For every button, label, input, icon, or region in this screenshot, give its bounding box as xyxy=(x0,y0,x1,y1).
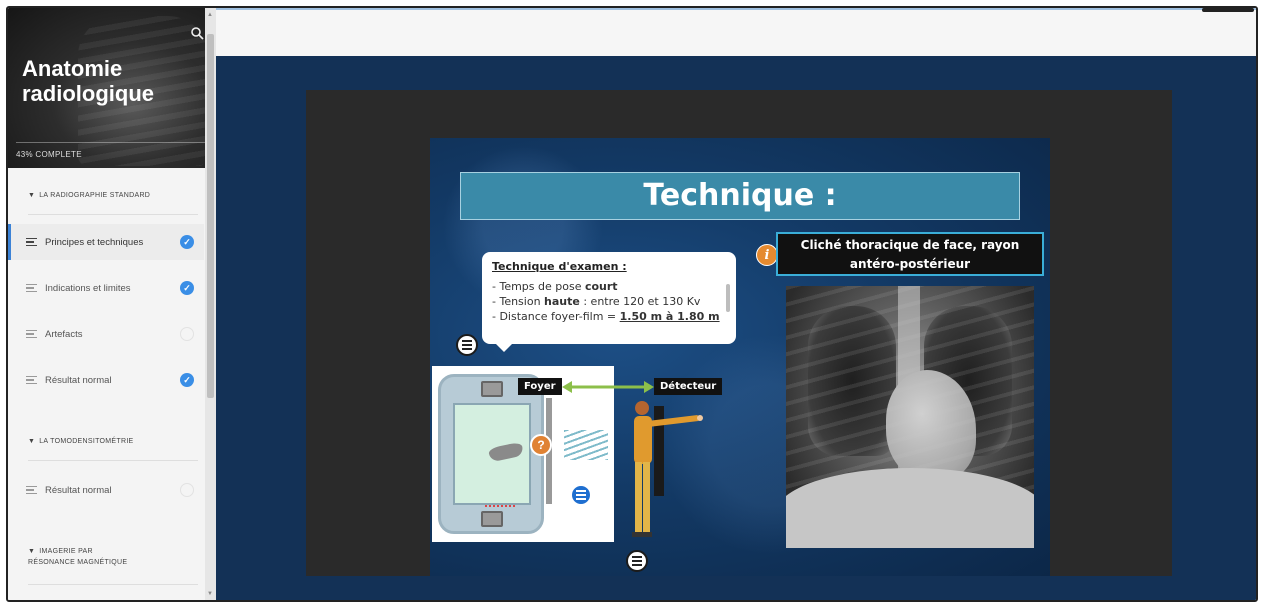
incomplete-circle-icon xyxy=(180,483,194,497)
course-title: Anatomie radiologique xyxy=(22,56,154,106)
chest-xray-image xyxy=(786,286,1034,548)
section-header-tomodensitometrie[interactable]: ▼ LA TOMODENSITOMÉTRIE xyxy=(8,436,150,447)
slide: Technique : Technique d'examen : - Temps… xyxy=(430,138,1050,576)
xray-beam xyxy=(564,430,608,460)
search-icon[interactable] xyxy=(190,26,204,40)
course-header: Anatomie radiologique 43% COMPLETE xyxy=(8,8,216,168)
section-header-radiographie[interactable]: ▼ LA RADIOGRAPHIE STANDARD xyxy=(8,190,166,201)
detecteur-label: Détecteur xyxy=(654,378,723,395)
slide-title: Technique : xyxy=(460,172,1020,220)
progress-divider xyxy=(16,142,208,143)
section-label: IMAGERIE PAR RÉSONANCE MAGNÉTIQUE xyxy=(28,548,128,566)
sidebar-item-principes-et-techniques[interactable]: Principes et techniques ✓ xyxy=(8,224,204,260)
ribs xyxy=(786,286,1034,548)
sidebar-item-resultat-normal[interactable]: Résultat normal ✓ xyxy=(8,362,204,398)
tube-chamber xyxy=(453,403,531,507)
complete-check-icon: ✓ xyxy=(180,373,194,387)
exam-line-voltage: - Tension haute : entre 120 et 130 Kv xyxy=(492,295,701,308)
exam-technique-box: Technique d'examen : - Temps de pose cou… xyxy=(482,252,736,352)
section-label: LA RADIOGRAPHIE STANDARD xyxy=(39,192,151,199)
caret-down-icon: ▼ xyxy=(28,438,36,445)
progress-text: 43% COMPLETE xyxy=(16,150,82,159)
sidebar-item-resultat-normal-tdm[interactable]: Résultat normal xyxy=(8,472,204,508)
patient-illustration xyxy=(632,401,703,537)
exam-line-exposure: - Temps de pose court xyxy=(492,280,618,293)
lesson-icon xyxy=(26,485,37,495)
incomplete-circle-icon xyxy=(180,327,194,341)
exam-technique-heading: Technique d'examen : xyxy=(492,260,627,273)
complete-check-icon: ✓ xyxy=(180,235,194,249)
sidebar-item-label: Résultat normal xyxy=(45,484,112,496)
caret-down-icon: ▼ xyxy=(28,548,36,555)
lesson-stage: Technique : Technique d'examen : - Temps… xyxy=(216,56,1256,600)
section-header-irm[interactable]: ▼ IMAGERIE PAR RÉSONANCE MAGNÉTIQUE xyxy=(8,546,158,568)
scroll-down-icon[interactable]: ▼ xyxy=(207,591,213,597)
top-bar xyxy=(216,8,1256,56)
tube-component xyxy=(481,511,503,527)
tube-component xyxy=(481,381,503,397)
lesson-icon xyxy=(26,237,37,247)
caret-down-icon: ▼ xyxy=(28,192,36,199)
sidebar-item-label: Artefacts xyxy=(45,328,83,340)
section-label: LA TOMODENSITOMÉTRIE xyxy=(39,438,134,445)
foyer-label: Foyer xyxy=(518,378,562,395)
course-sidebar: Anatomie radiologique 43% COMPLETE ▼ LA R… xyxy=(8,8,216,600)
sidebar-item-label: Principes et techniques xyxy=(45,236,144,248)
box-scrollbar[interactable] xyxy=(726,284,730,312)
sidebar-item-label: Indications et limites xyxy=(45,282,131,294)
sidebar-item-indications-et-limites[interactable]: Indications et limites ✓ xyxy=(8,270,204,306)
info-icon[interactable]: i xyxy=(756,244,778,266)
distance-arrow xyxy=(562,381,654,393)
question-hotspot-icon[interactable]: ? xyxy=(530,434,552,456)
xray-tube-illustration xyxy=(438,374,544,534)
sidebar-item-label: Résultat normal xyxy=(45,374,112,386)
list-menu-icon[interactable] xyxy=(626,550,648,572)
list-menu-icon[interactable] xyxy=(570,484,592,506)
list-menu-icon[interactable] xyxy=(456,334,478,356)
divider xyxy=(28,460,198,461)
slide-player: Technique : Technique d'examen : - Temps… xyxy=(306,90,1172,576)
sidebar-item-artefacts[interactable]: Artefacts xyxy=(8,316,204,352)
divider xyxy=(28,214,198,215)
exam-line-distance: - Distance foyer-film = 1.50 m à 1.80 m xyxy=(492,310,720,323)
sidebar-scrollbar[interactable]: ▲ ▼ xyxy=(205,8,216,600)
xray-caption: Cliché thoracique de face, rayon antéro-… xyxy=(776,232,1044,276)
anode xyxy=(487,441,525,463)
lesson-icon xyxy=(26,375,37,385)
scroll-up-icon[interactable]: ▲ xyxy=(207,12,213,18)
complete-check-icon: ✓ xyxy=(180,281,194,295)
app-window: Anatomie radiologique 43% COMPLETE ▼ LA R… xyxy=(6,6,1258,602)
lesson-icon xyxy=(26,283,37,293)
scrollbar-thumb[interactable] xyxy=(207,34,214,398)
divider xyxy=(28,584,198,585)
lesson-icon xyxy=(26,329,37,339)
menu-handle[interactable] xyxy=(1202,8,1254,12)
